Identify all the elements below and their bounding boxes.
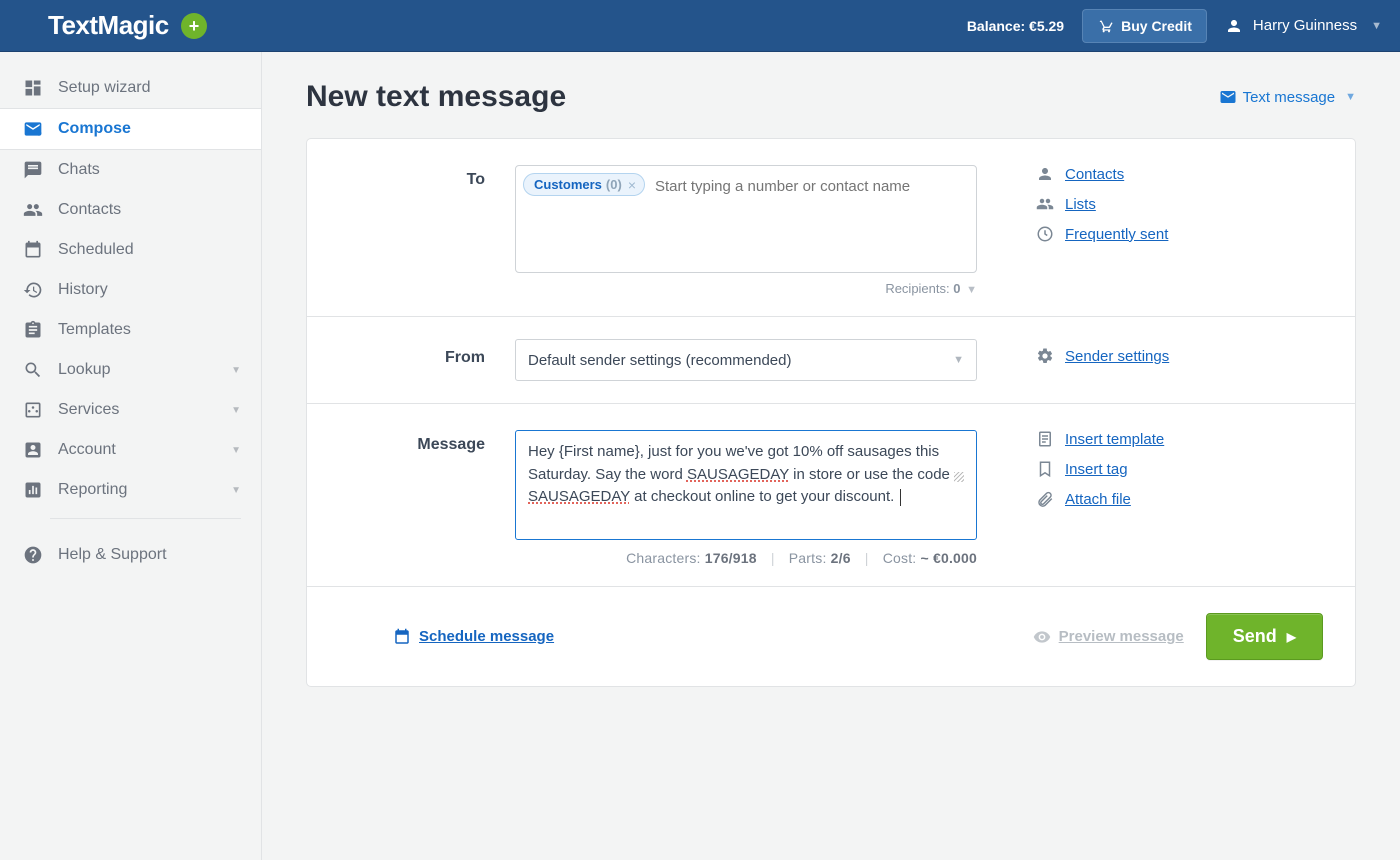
sidebar-item-compose[interactable]: Compose	[0, 108, 261, 150]
attach-file-link[interactable]: Attach file	[1035, 490, 1323, 508]
topbar: TextMagic + Balance: €5.29 Buy Credit Ha…	[0, 0, 1400, 52]
balance-label: Balance: €5.29	[967, 18, 1064, 34]
user-icon	[1035, 165, 1055, 183]
message-textarea[interactable]: Hey {First name}, just for you we've got…	[515, 430, 977, 540]
templates-icon	[22, 319, 44, 341]
user-icon	[1225, 17, 1243, 35]
template-icon	[1035, 430, 1055, 448]
logo-text: TextMagic	[48, 10, 169, 41]
to-section: To Customers (0) × Recipients:	[307, 139, 1355, 317]
buy-credit-button[interactable]: Buy Credit	[1082, 9, 1207, 43]
compose-panel: To Customers (0) × Recipients:	[306, 138, 1356, 687]
resize-handle-icon[interactable]	[954, 472, 964, 482]
user-name: Harry Guinness	[1253, 17, 1357, 34]
remove-chip-icon[interactable]: ×	[628, 178, 636, 192]
history-icon	[22, 279, 44, 301]
sidebar-item-history[interactable]: History	[0, 270, 261, 310]
dashboard-icon	[22, 77, 44, 99]
recipients-count[interactable]: Recipients: 0 ▼	[515, 281, 977, 296]
sidebar-item-scheduled[interactable]: Scheduled	[0, 230, 261, 270]
main-content: New text message Text message ▼ To Custo…	[262, 52, 1400, 860]
services-icon	[22, 399, 44, 421]
contacts-icon	[22, 199, 44, 221]
insert-tag-link[interactable]: Insert tag	[1035, 460, 1323, 478]
sidebar-item-account[interactable]: Account ▼	[0, 430, 261, 470]
message-label: Message	[339, 430, 485, 566]
recipient-chip[interactable]: Customers (0) ×	[523, 173, 645, 196]
clock-icon	[1035, 225, 1055, 243]
compose-plus-button[interactable]: +	[181, 13, 207, 39]
eye-icon	[1033, 628, 1051, 646]
chevron-down-icon: ▼	[1371, 20, 1382, 32]
chevron-down-icon: ▼	[231, 405, 241, 416]
sidebar-item-services[interactable]: Services ▼	[0, 390, 261, 430]
sidebar-item-chats[interactable]: Chats	[0, 150, 261, 190]
reporting-icon	[22, 479, 44, 501]
message-meta: Characters: 176/918 | Parts: 2/6 | Cost:…	[515, 550, 977, 566]
text-caret	[900, 489, 901, 506]
chevron-down-icon: ▼	[966, 284, 977, 296]
calendar-icon	[22, 239, 44, 261]
chevron-down-icon: ▼	[953, 354, 964, 366]
footer-actions: Schedule message Preview message Send ▶	[307, 587, 1355, 686]
open-lists-link[interactable]: Lists	[1035, 195, 1323, 213]
message-type-selector[interactable]: Text message ▼	[1219, 88, 1356, 106]
sidebar-item-templates[interactable]: Templates	[0, 310, 261, 350]
message-section: Message Hey {First name}, just for you w…	[307, 404, 1355, 587]
schedule-message-link[interactable]: Schedule message	[393, 628, 554, 646]
page-title: New text message	[306, 80, 566, 114]
chevron-down-icon: ▼	[231, 445, 241, 456]
open-frequent-link[interactable]: Frequently sent	[1035, 225, 1323, 243]
to-label: To	[339, 165, 485, 296]
sidebar-item-reporting[interactable]: Reporting ▼	[0, 470, 261, 510]
sidebar: Setup wizard Compose Chats Contacts Sche…	[0, 52, 262, 860]
sidebar-divider	[50, 518, 241, 519]
chevron-down-icon: ▼	[231, 485, 241, 496]
chevron-right-icon: ▶	[1287, 630, 1296, 644]
insert-template-link[interactable]: Insert template	[1035, 430, 1323, 448]
mail-icon	[1219, 88, 1237, 106]
sidebar-item-help[interactable]: Help & Support	[0, 535, 261, 575]
compose-icon	[22, 118, 44, 140]
sender-settings-link[interactable]: Sender settings	[1035, 347, 1323, 365]
help-icon	[22, 544, 44, 566]
cart-icon	[1097, 18, 1113, 34]
chat-icon	[22, 159, 44, 181]
from-select[interactable]: Default sender settings (recommended) ▼	[515, 339, 977, 381]
sidebar-item-setup-wizard[interactable]: Setup wizard	[0, 68, 261, 108]
preview-message-link[interactable]: Preview message	[1033, 628, 1184, 646]
bookmark-icon	[1035, 460, 1055, 478]
send-button[interactable]: Send ▶	[1206, 613, 1323, 660]
to-input[interactable]	[651, 173, 969, 196]
open-contacts-link[interactable]: Contacts	[1035, 165, 1323, 183]
group-icon	[1035, 195, 1055, 213]
account-icon	[22, 439, 44, 461]
logo[interactable]: TextMagic +	[48, 10, 207, 41]
sidebar-item-lookup[interactable]: Lookup ▼	[0, 350, 261, 390]
chevron-down-icon: ▼	[231, 365, 241, 376]
calendar-icon	[393, 628, 411, 646]
search-icon	[22, 359, 44, 381]
chevron-down-icon: ▼	[1345, 91, 1356, 103]
sidebar-item-contacts[interactable]: Contacts	[0, 190, 261, 230]
from-section: From Default sender settings (recommende…	[307, 317, 1355, 404]
user-menu[interactable]: Harry Guinness ▼	[1225, 17, 1382, 35]
from-label: From	[339, 339, 485, 381]
paperclip-icon	[1035, 490, 1055, 508]
to-input-box[interactable]: Customers (0) ×	[515, 165, 977, 273]
gear-icon	[1035, 347, 1055, 365]
